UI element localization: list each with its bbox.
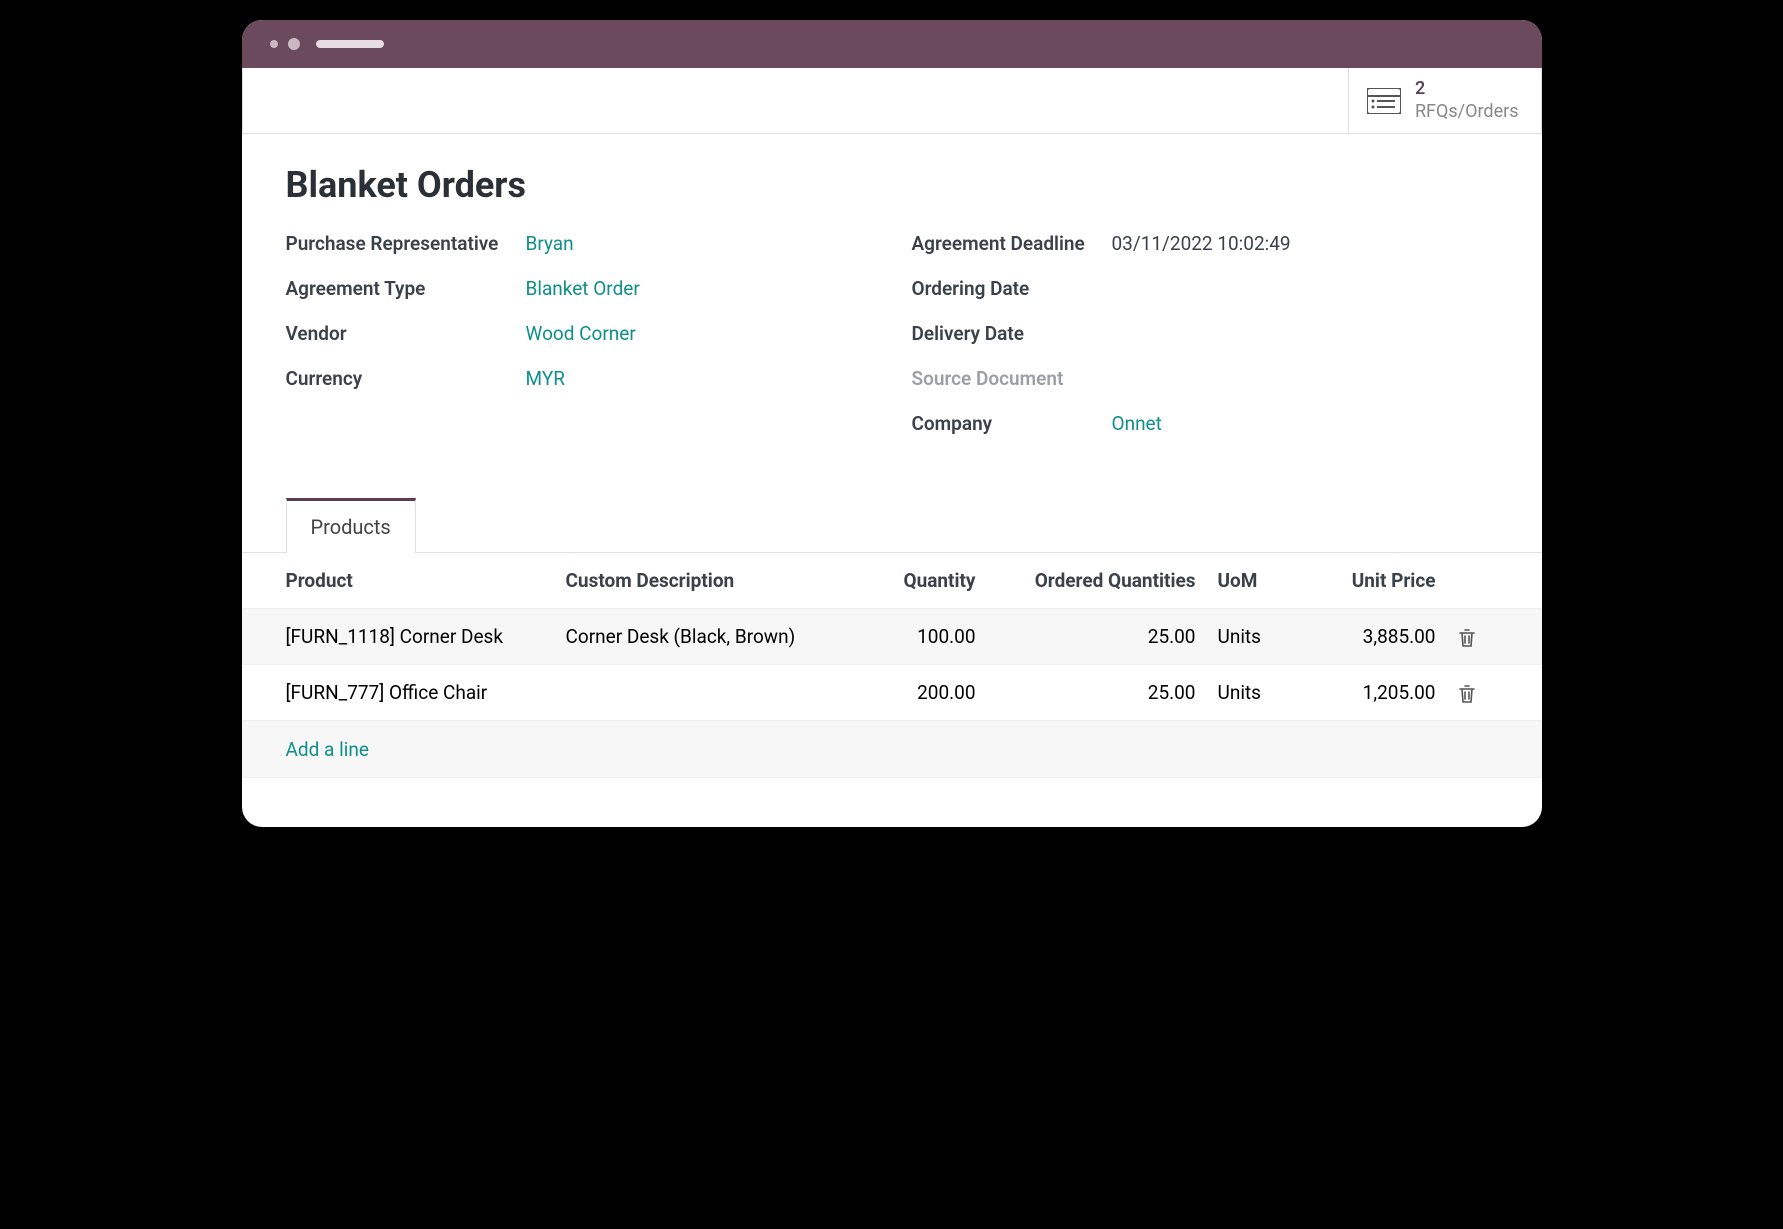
cell-uom: Units (1196, 625, 1286, 648)
stat-label: RFQs/Orders (1415, 101, 1519, 124)
table-footer-pad (242, 777, 1542, 827)
label-agreement-type: Agreement Type (286, 277, 526, 300)
label-company: Company (912, 412, 1112, 435)
add-line-label: Add a line (286, 738, 369, 761)
window-controls (270, 38, 384, 50)
value-vendor[interactable]: Wood Corner (526, 322, 636, 345)
rfq-orders-stat-button[interactable]: 2 RFQs/Orders (1348, 68, 1541, 133)
cell-uom: Units (1196, 681, 1286, 704)
col-product: Product (286, 569, 566, 592)
label-vendor: Vendor (286, 322, 526, 345)
col-price: Unit Price (1286, 569, 1436, 592)
value-company[interactable]: Onnet (1112, 412, 1162, 435)
window-dot[interactable] (288, 38, 300, 50)
cell-product: [FURN_1118] Corner Desk (286, 625, 566, 648)
cell-product: [FURN_777] Office Chair (286, 681, 566, 704)
trash-icon[interactable] (1458, 625, 1476, 648)
label-delivery-date: Delivery Date (912, 322, 1112, 345)
label-purchase-rep: Purchase Representative (286, 232, 526, 255)
right-column: Agreement Deadline 03/11/2022 10:02:49 O… (912, 232, 1498, 457)
app-window: 2 RFQs/Orders Blanket Orders Purchase Re… (242, 20, 1542, 827)
label-ordering-date: Ordering Date (912, 277, 1112, 300)
cell-ordered: 25.00 (976, 681, 1196, 704)
window-dot[interactable] (270, 40, 278, 48)
value-purchase-rep[interactable]: Bryan (526, 232, 574, 255)
cell-desc: Corner Desk (Black, Brown) (566, 625, 846, 648)
window-titlebar (242, 20, 1542, 68)
left-column: Purchase Representative Bryan Agreement … (286, 232, 872, 457)
form-content: Blanket Orders Purchase Representative B… (242, 134, 1542, 467)
label-currency: Currency (286, 367, 526, 390)
field-grid: Purchase Representative Bryan Agreement … (286, 232, 1498, 457)
col-uom: UoM (1196, 569, 1286, 592)
cell-price: 1,205.00 (1286, 681, 1436, 704)
list-icon (1367, 88, 1401, 114)
col-ordered: Ordered Quantities (976, 569, 1196, 592)
table-header: Product Custom Description Quantity Orde… (242, 553, 1542, 609)
col-qty: Quantity (846, 569, 976, 592)
label-source-document: Source Document (912, 367, 1112, 390)
stat-count: 2 (1415, 78, 1519, 101)
label-agreement-deadline: Agreement Deadline (912, 232, 1112, 255)
tab-products[interactable]: Products (286, 498, 416, 553)
toolbar: 2 RFQs/Orders (242, 68, 1542, 134)
page-title: Blanket Orders (286, 164, 1498, 206)
col-desc: Custom Description (566, 569, 846, 592)
cell-qty: 100.00 (846, 625, 976, 648)
window-bar (316, 40, 384, 48)
cell-ordered: 25.00 (976, 625, 1196, 648)
add-line-button[interactable]: Add a line (242, 721, 1542, 777)
products-table: Product Custom Description Quantity Orde… (242, 553, 1542, 827)
table-row[interactable]: [FURN_777] Office Chair 200.00 25.00 Uni… (242, 665, 1542, 721)
value-agreement-deadline[interactable]: 03/11/2022 10:02:49 (1112, 232, 1291, 255)
table-row[interactable]: [FURN_1118] Corner Desk Corner Desk (Bla… (242, 609, 1542, 665)
value-currency[interactable]: MYR (526, 367, 565, 390)
cell-qty: 200.00 (846, 681, 976, 704)
tab-strip: Products (242, 497, 1542, 553)
cell-price: 3,885.00 (1286, 625, 1436, 648)
value-agreement-type[interactable]: Blanket Order (526, 277, 640, 300)
stat-text: 2 RFQs/Orders (1415, 78, 1519, 123)
trash-icon[interactable] (1458, 681, 1476, 704)
